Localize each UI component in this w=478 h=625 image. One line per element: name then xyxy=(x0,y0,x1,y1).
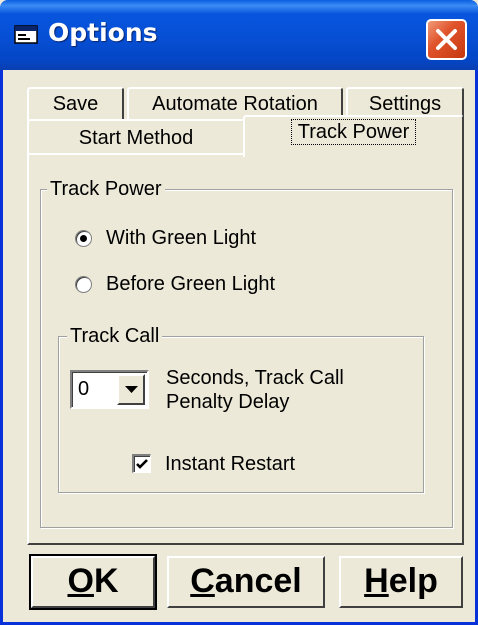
penalty-delay-dropdown[interactable]: 0 xyxy=(70,370,149,409)
help-button[interactable]: Help xyxy=(339,556,463,608)
radio-button-selected[interactable] xyxy=(75,230,92,247)
radio-before-green-light-label: Before Green Light xyxy=(106,273,275,295)
tab-save[interactable]: Save xyxy=(27,87,124,121)
cancel-mnemonic: C xyxy=(190,562,215,600)
dropdown-button[interactable] xyxy=(117,374,145,405)
title-bar[interactable]: Options xyxy=(0,0,478,70)
help-mnemonic: H xyxy=(364,562,389,600)
tab-track-power[interactable]: Track Power xyxy=(243,115,464,157)
ok-mnemonic: O xyxy=(67,562,94,600)
radio-with-green-light-label: With Green Light xyxy=(106,227,257,249)
chevron-down-icon xyxy=(125,386,138,393)
tab-start-method-label: Start Method xyxy=(78,127,194,149)
cancel-button[interactable]: Cancel xyxy=(167,556,325,608)
close-icon xyxy=(436,29,457,50)
ok-label-rest: K xyxy=(93,562,119,600)
tab-start-method[interactable]: Start Method xyxy=(27,119,245,155)
cancel-label-rest: ancel xyxy=(214,562,302,600)
track-power-legend: Track Power xyxy=(47,178,165,200)
radio-dot xyxy=(80,235,87,242)
close-button[interactable] xyxy=(426,19,467,60)
radio-button[interactable] xyxy=(75,276,92,293)
help-label-rest: elp xyxy=(388,562,438,600)
penalty-delay-value: 0 xyxy=(78,378,90,400)
instant-restart-checkbox[interactable] xyxy=(132,454,151,473)
instant-restart-label[interactable]: Instant Restart xyxy=(165,452,295,476)
tab-save-label: Save xyxy=(52,93,99,115)
window-title: Options xyxy=(48,18,158,47)
checkmark-icon xyxy=(136,459,148,469)
track-call-legend: Track Call xyxy=(67,325,163,347)
penalty-delay-label-line2: Penalty Delay xyxy=(166,391,290,413)
tab-track-power-label: Track Power xyxy=(290,119,417,145)
app-window-icon xyxy=(14,25,38,44)
penalty-delay-label-line1: Seconds, Track Call xyxy=(166,367,344,389)
options-dialog: Options Save Automate Rotation Settings … xyxy=(0,0,478,625)
ok-button[interactable]: OK xyxy=(29,554,157,610)
